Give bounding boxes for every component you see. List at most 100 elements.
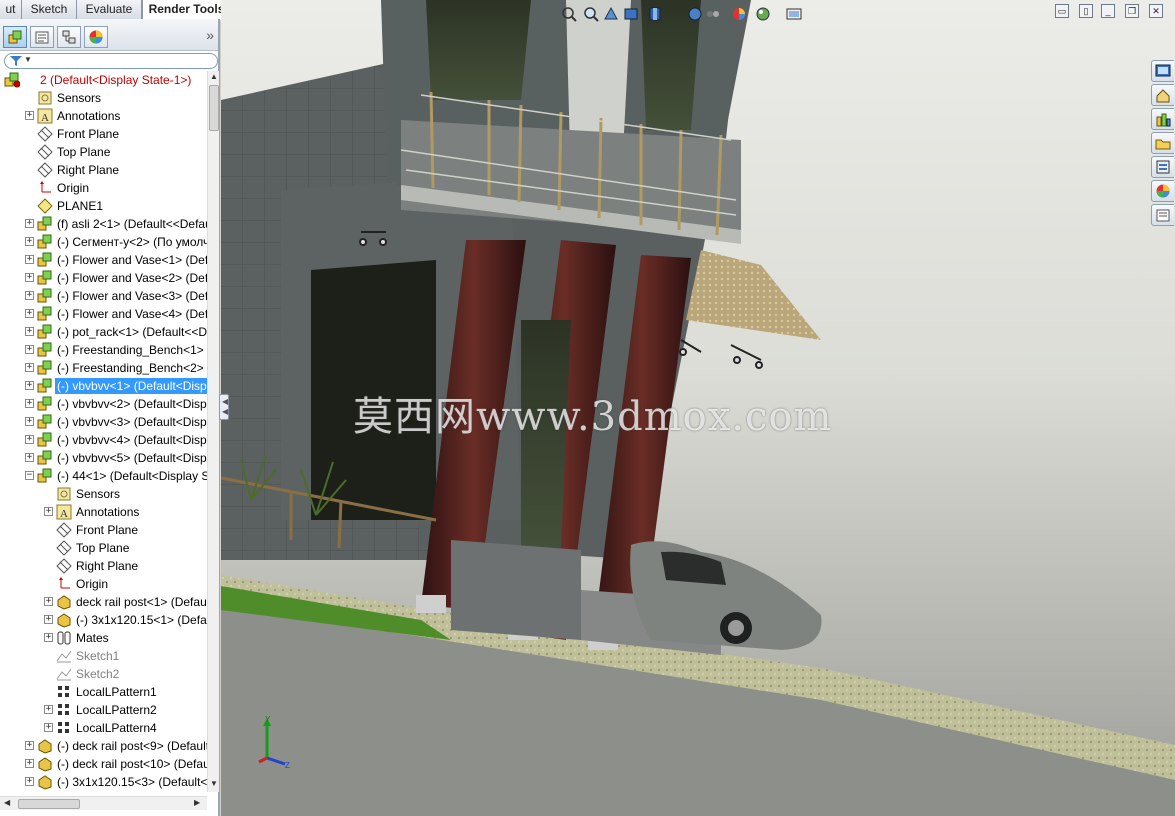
scroll-up-icon[interactable]: ▲ bbox=[209, 72, 219, 84]
tree-item[interactable]: + (-) vbvbvv<3> (Default<Displa bbox=[0, 413, 207, 431]
tab-ut[interactable]: ut bbox=[0, 0, 22, 19]
expand-node-icon[interactable]: + bbox=[25, 453, 34, 462]
file-explorer-tab[interactable] bbox=[1151, 132, 1174, 154]
expand-node-icon[interactable]: + bbox=[25, 417, 34, 426]
tree-filter-input[interactable]: ▼ bbox=[4, 53, 218, 69]
property-manager-tab[interactable] bbox=[30, 26, 54, 48]
horizontal-scroll-thumb[interactable] bbox=[18, 799, 80, 809]
expand-node-icon[interactable]: + bbox=[25, 327, 34, 336]
apply-scene-icon[interactable] bbox=[754, 5, 772, 23]
expand-node-icon[interactable]: + bbox=[25, 111, 34, 120]
tree-item[interactable]: + (-) pot_rack<1> (Default<<Def bbox=[0, 323, 207, 341]
expand-node-icon[interactable]: + bbox=[25, 345, 34, 354]
display-style-icon[interactable] bbox=[686, 5, 704, 23]
tree-vertical-scrollbar[interactable]: ▲ ▼ bbox=[207, 71, 219, 792]
view-settings-icon[interactable] bbox=[785, 5, 803, 23]
tree-item[interactable]: + LocalLPattern4 bbox=[0, 719, 207, 737]
tree-item[interactable]: LocalLPattern1 bbox=[0, 683, 207, 701]
tree-item[interactable]: 2 (Default<Display State-1>) bbox=[0, 71, 207, 89]
tile-horizontal-icon[interactable]: ▭ bbox=[1055, 4, 1069, 18]
expand-node-icon[interactable]: + bbox=[25, 399, 34, 408]
expand-node-icon[interactable]: + bbox=[25, 309, 34, 318]
expand-node-icon[interactable]: + bbox=[25, 435, 34, 444]
zoom-area-icon[interactable] bbox=[582, 5, 600, 23]
tab-sketch[interactable]: Sketch bbox=[22, 0, 77, 19]
tree-item[interactable]: + (-) deck rail post<9> (Default< bbox=[0, 737, 207, 755]
expand-node-icon[interactable]: + bbox=[25, 219, 34, 228]
expand-node-icon[interactable]: + bbox=[25, 381, 34, 390]
tree-item[interactable]: + (-) Freestanding_Bench<1> (De bbox=[0, 341, 207, 359]
close-icon[interactable]: ✕ bbox=[1149, 4, 1163, 18]
configuration-manager-tab[interactable] bbox=[57, 26, 81, 48]
expand-node-icon[interactable]: + bbox=[25, 759, 34, 768]
tree-item[interactable]: Sketch2 bbox=[0, 665, 207, 683]
tree-item[interactable]: + (-) vbvbvv<2> (Default<Displa bbox=[0, 395, 207, 413]
scroll-left-icon[interactable]: ◀ bbox=[4, 798, 10, 807]
expand-node-icon[interactable]: + bbox=[44, 723, 53, 732]
tree-item[interactable]: + (f) asli 2<1> (Default<<Default bbox=[0, 215, 207, 233]
tree-item[interactable]: Right Plane bbox=[0, 557, 207, 575]
tree-item[interactable]: + A Annotations bbox=[0, 503, 207, 521]
design-library-tab[interactable] bbox=[1151, 108, 1174, 130]
expand-node-icon[interactable]: + bbox=[44, 615, 53, 624]
restore-icon[interactable]: ❐ bbox=[1125, 4, 1139, 18]
home-tab[interactable] bbox=[1151, 84, 1174, 106]
appearance-manager-tab[interactable] bbox=[84, 26, 108, 48]
graphics-area[interactable]: 莫西网www.3dmox.com ▭ ▯ _ ❐ ✕ Y Z bbox=[221, 0, 1175, 816]
tree-item[interactable]: + (-) Сегмент-у<2> (По умолча bbox=[0, 233, 207, 251]
tree-item[interactable]: + (-) Flower and Vase<4> (Defau bbox=[0, 305, 207, 323]
minimize-icon[interactable]: _ bbox=[1101, 4, 1115, 18]
expand-node-icon[interactable]: + bbox=[44, 597, 53, 606]
tree-item[interactable]: + (-) 3x1x120.15<1> (Default< bbox=[0, 611, 207, 629]
tree-item[interactable]: PLANE1 bbox=[0, 197, 207, 215]
tab-evaluate[interactable]: Evaluate bbox=[77, 0, 142, 19]
filter-dropdown-icon[interactable]: ▼ bbox=[24, 55, 32, 64]
custom-properties-tab[interactable] bbox=[1151, 204, 1174, 226]
expand-node-icon[interactable]: + bbox=[25, 291, 34, 300]
expand-node-icon[interactable]: + bbox=[44, 507, 53, 516]
tree-item[interactable]: Top Plane bbox=[0, 143, 207, 161]
tile-vertical-icon[interactable]: ▯ bbox=[1079, 4, 1093, 18]
tree-item[interactable]: + deck rail post<1> (Default< bbox=[0, 593, 207, 611]
view-orientation-icon[interactable] bbox=[646, 5, 664, 23]
hide-show-items-icon[interactable] bbox=[704, 5, 722, 23]
expand-node-icon[interactable]: + bbox=[25, 273, 34, 282]
scroll-thumb[interactable] bbox=[209, 85, 219, 131]
tree-item[interactable]: Front Plane bbox=[0, 125, 207, 143]
tree-item[interactable]: + (-) Flower and Vase<3> (Defau bbox=[0, 287, 207, 305]
tree-item[interactable]: Sensors bbox=[0, 89, 207, 107]
scroll-right-icon[interactable]: ▶ bbox=[194, 798, 200, 807]
tree-item[interactable]: + (-) vbvbvv<1> (Default<Displa bbox=[0, 377, 207, 395]
tree-item[interactable]: + (-) vbvbvv<5> (Default<Displa bbox=[0, 449, 207, 467]
previous-view-icon[interactable] bbox=[602, 5, 620, 23]
solidworks-resources-tab[interactable] bbox=[1151, 60, 1174, 82]
tree-item[interactable]: + (-) vbvbvv<4> (Default<Displa bbox=[0, 431, 207, 449]
expand-node-icon[interactable]: + bbox=[25, 777, 34, 786]
panel-splitter-handle[interactable]: ◀ ◀ bbox=[219, 394, 229, 420]
expand-node-icon[interactable]: + bbox=[25, 363, 34, 372]
tree-item[interactable]: Top Plane bbox=[0, 539, 207, 557]
section-view-icon[interactable] bbox=[622, 5, 640, 23]
feature-manager-tab[interactable] bbox=[3, 26, 27, 48]
tree-item[interactable]: + (-) Flower and Vase<1> (Defau bbox=[0, 251, 207, 269]
zoom-to-fit-icon[interactable] bbox=[560, 5, 578, 23]
tree-item[interactable]: − (-) 44<1> (Default<Display Stat bbox=[0, 467, 207, 485]
tree-horizontal-scrollbar[interactable]: ◀ ▶ bbox=[0, 796, 207, 810]
tree-item[interactable]: + Mates bbox=[0, 629, 207, 647]
tree-item[interactable]: + (-) deck rail post<10> (Default- bbox=[0, 755, 207, 773]
appearances-scenes-tab[interactable] bbox=[1151, 180, 1174, 202]
expand-node-icon[interactable]: + bbox=[25, 255, 34, 264]
collapse-node-icon[interactable]: − bbox=[25, 471, 34, 480]
tree-item[interactable]: Origin bbox=[0, 575, 207, 593]
tree-item[interactable]: + (-) 3x1x120.15<3> (Default<As bbox=[0, 773, 207, 791]
tree-item[interactable]: + (-) Freestanding_Bench<2> (De bbox=[0, 359, 207, 377]
expand-node-icon[interactable]: + bbox=[25, 237, 34, 246]
expand-node-icon[interactable]: + bbox=[44, 633, 53, 642]
tree-item[interactable]: Sketch1 bbox=[0, 647, 207, 665]
expand-node-icon[interactable]: + bbox=[44, 705, 53, 714]
scroll-down-icon[interactable]: ▼ bbox=[209, 779, 219, 791]
tree-item[interactable]: + A Annotations bbox=[0, 107, 207, 125]
view-palette-tab[interactable] bbox=[1151, 156, 1174, 178]
panel-collapse-button[interactable]: » bbox=[206, 27, 214, 43]
tab-render-tools[interactable]: Render Tools bbox=[142, 0, 231, 20]
